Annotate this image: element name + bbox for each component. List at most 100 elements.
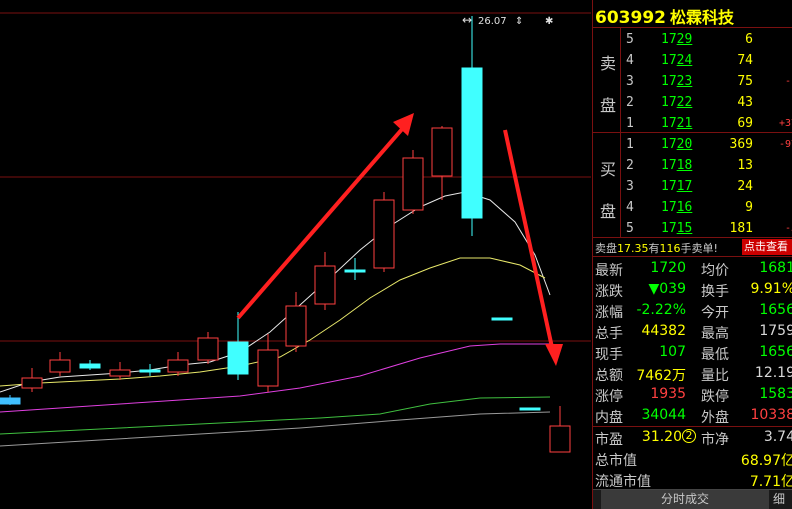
orderbook-volume: 74 [737,53,753,68]
orderbook-price: 1720 [661,137,693,152]
candle-body [109,369,131,377]
market-cap-value: 68.97亿 [740,453,792,469]
orderbook-level: 4 [626,200,634,215]
stat-value: 1583 [759,386,792,402]
stat-value: 1720 [650,260,686,276]
stat-value: 1656 [759,302,792,318]
view-details-button[interactable]: 点击查看 [742,239,792,255]
candle-body [519,407,541,411]
stat-value: 10338 [750,407,792,423]
orderbook-level: 2 [626,158,634,173]
pe-badge-icon: 2 [682,429,696,443]
stat-value: 1935 [650,386,686,402]
orderbook-change: +37 [778,118,792,129]
orderbook-volume: 369 [729,137,753,152]
candle-body [549,425,571,453]
stat-label: 内盘 [595,410,623,426]
stat-label: 最高 [701,326,729,342]
orderbook-row[interactable]: 1 1720 369 -97 [593,134,792,155]
orderbook-price: 1716 [661,200,693,215]
orderbook-row[interactable]: 5 1715 181 -5 [593,218,792,239]
bottom-tabs: 分时成交 细 [593,489,792,509]
quote-panel: 603992松霖科技 卖 盘 51729641724743172375-1217… [592,0,792,509]
stat-value: 1759 [759,323,792,339]
orderbook-level: 5 [626,221,634,236]
stat-row: 总手 44382 最高 1759 [593,321,792,342]
orderbook-level: 1 [626,137,634,152]
orderbook-volume: 43 [737,95,753,110]
stat-label: 总额 [595,368,623,384]
stat-value: 12.19 [754,365,792,381]
pb-value: 3.74 [763,429,792,445]
candle-body [21,377,43,389]
orderbook-price: 1717 [661,179,693,194]
stat-label: 量比 [701,368,729,384]
orderbook-volume: 75 [737,74,753,89]
orderbook-level: 4 [626,53,634,68]
orderbook-row[interactable]: 2 1718 13 [593,155,792,176]
notice-suffix: 手卖单! [680,242,718,255]
market-cap-label: 总市值 [595,453,637,469]
pb-label: 市净 [701,432,729,448]
stock-title[interactable]: 603992 松霖科技 [595,4,734,28]
kline-chart-canvas[interactable]: ↔ 26.07 ⇕ ✱ [0,0,591,509]
orderbook-row[interactable]: 3 1723 75 -1 [593,71,792,92]
divider [593,27,792,28]
stat-value: 34044 [641,407,686,423]
stat-value: 107 [659,344,686,360]
stat-row: 最新 1720 均价 1681 [593,258,792,279]
candle-body [431,127,453,177]
stat-label: 外盘 [701,410,729,426]
peak-price-label: 26.07 [478,16,507,27]
stat-label: 涨停 [595,389,623,405]
orderbook-change: -1 [784,76,792,87]
orderbook-row[interactable]: 5 1729 6 [593,29,792,50]
stat-label: 现手 [595,347,623,363]
orderbook-volume: 6 [745,32,753,47]
float-cap-value: 7.71亿 [749,474,792,490]
event-marker-icon: ✱ [545,16,553,27]
orderbook-row[interactable]: 4 1716 9 [593,197,792,218]
notice-price: 17.35 [617,242,649,255]
stat-label: 涨跌 [595,284,623,300]
candle-body [167,359,189,373]
notice-count: 116 [659,242,681,255]
orderbook-level: 1 [626,116,634,131]
down-trend-arrow-head [545,344,563,366]
orderbook-price: 1729 [661,32,693,47]
candle-body [0,397,21,405]
stat-label: 最低 [701,347,729,363]
stat-label: 总手 [595,326,623,342]
stat-row: 现手 107 最低 1656 [593,342,792,363]
orderbook-row[interactable]: 2 1722 43 [593,92,792,113]
orderbook-level: 2 [626,95,634,110]
orderbook-price: 1721 [661,116,693,131]
orderbook-row[interactable]: 4 1724 74 [593,50,792,71]
candle-body [227,341,249,375]
stat-label: 跌停 [701,389,729,405]
stock-name: 松霖科技 [669,8,734,27]
kline-chart[interactable]: ↔ 26.07 ⇕ ✱ [0,0,591,509]
peak-marker-icon: ↔ [462,13,472,27]
candles [0,16,571,453]
candle-body [402,157,424,211]
orderbook-row[interactable]: 3 1717 24 [593,176,792,197]
stat-label: 涨幅 [595,305,623,321]
market-cap-row: 总市值 68.97亿 [593,448,792,469]
stat-value: 1656 [759,344,792,360]
divider [593,132,792,133]
tab-detail[interactable]: 细 [771,490,792,509]
tab-tick-trades[interactable]: 分时成交 [601,490,769,509]
pe-value: 31.20 [641,429,682,445]
orderbook-level: 3 [626,74,634,89]
candle-body [461,67,483,219]
candle-body [257,349,279,387]
pe-pb-row: 市盈 31.20 2 市净 3.74 [593,427,792,448]
stock-code: 603992 [595,8,666,28]
orderbook-row[interactable]: 1 1721 69 +37 [593,113,792,134]
orderbook-price: 1715 [661,221,693,236]
stat-row: 内盘 34044 外盘 10338 [593,405,792,426]
candle-body [79,363,101,369]
stat-label: 最新 [595,263,623,279]
stat-row: 涨跌 ▼039 换手 9.91% [593,279,792,300]
